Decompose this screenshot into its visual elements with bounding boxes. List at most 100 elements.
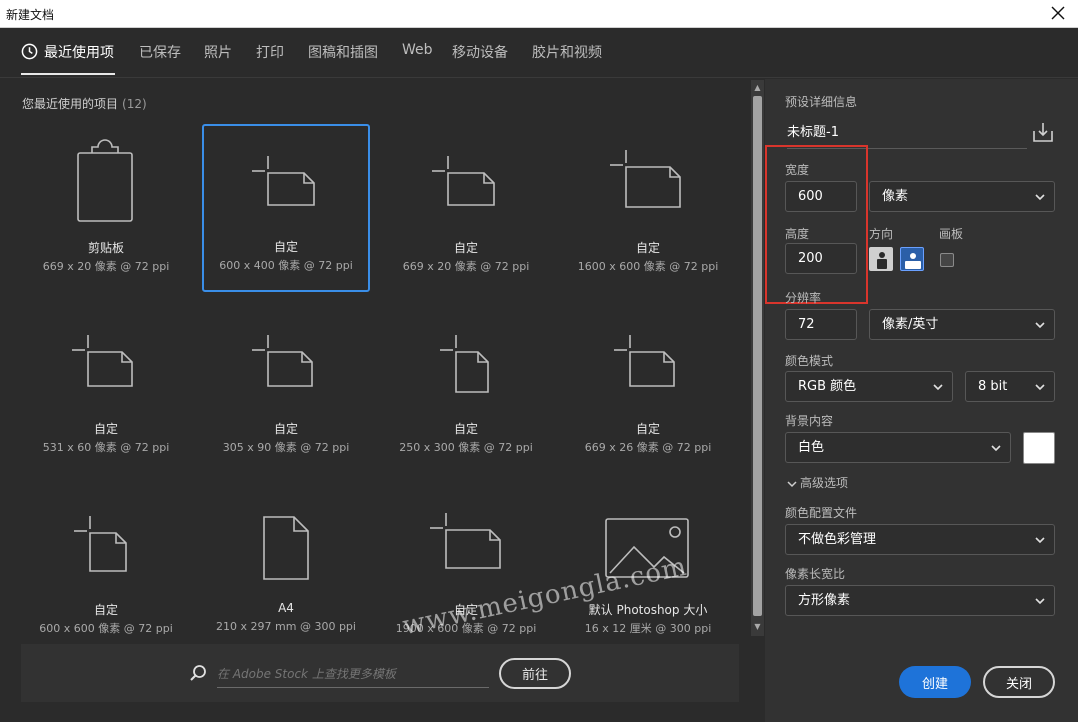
chevron-down-icon [1035,537,1045,544]
tab-film-video[interactable]: 胶片和视频 [532,42,602,62]
width-unit-select[interactable]: 像素 [869,181,1055,212]
height-input[interactable]: 200 [785,243,857,274]
title-bar: 新建文档 [0,0,1078,28]
tab-photo[interactable]: 照片 [204,42,232,62]
preset-size: 16 x 12 厘米 @ 300 ppi [584,622,712,635]
scroll-down-icon[interactable]: ▼ [753,622,762,632]
preset-name: 自定 [453,422,478,436]
clock-icon [21,43,38,60]
preset-name: 剪贴板 [87,241,124,255]
preset-name: 自定 [453,241,478,255]
clipboard-icon [77,139,133,222]
preset-name: 默认 Photoshop 大小 [588,603,708,617]
advanced-options-toggle[interactable]: 高级选项 [787,474,848,491]
pixel-aspect-value: 方形像素 [798,593,851,608]
width-input[interactable]: 600 [785,181,857,212]
preset-size: 600 x 600 像素 @ 72 ppi [39,622,173,635]
width-unit-value: 像素 [882,189,909,204]
color-profile-select[interactable]: 不做色彩管理 [785,524,1055,555]
bit-depth-select[interactable]: 8 bit [965,371,1055,402]
landscape-orientation-button[interactable] [900,247,924,271]
color-mode-select[interactable]: RGB 颜色 [785,371,953,402]
tab-mobile[interactable]: 移动设备 [452,42,508,62]
stock-search-input[interactable] [217,660,489,688]
tab-web[interactable]: Web [402,42,433,58]
close-button[interactable]: 关闭 [983,666,1055,698]
preset-name: 自定 [635,422,660,436]
preset-tile[interactable]: 自定 669 x 26 像素 @ 72 ppi [564,306,732,474]
recent-count: (12) [122,97,147,111]
artboard-label: 画板 [939,227,964,241]
chevron-down-icon [787,480,797,487]
window-title: 新建文档 [6,8,55,22]
preset-size: 531 x 60 像素 @ 72 ppi [42,441,170,454]
custom-doc-icon [610,150,681,208]
landscape-icon [905,253,921,269]
preset-size: 669 x 26 像素 @ 72 ppi [584,441,712,454]
chevron-down-icon [991,445,1001,452]
recent-heading: 您最近使用的项目 (12) [22,95,147,112]
width-label: 宽度 [785,163,810,177]
custom-doc-icon [72,335,133,387]
chevron-down-icon [1035,322,1045,329]
preset-size: 305 x 90 像素 @ 72 ppi [222,441,350,454]
custom-doc-icon [252,335,313,387]
pixel-aspect-select[interactable]: 方形像素 [785,585,1055,616]
preset-tile-selected[interactable]: 自定 600 x 400 像素 @ 72 ppi [202,124,370,292]
tab-recent[interactable]: 最近使用项 [44,42,114,62]
preset-tile[interactable]: 自定 600 x 600 像素 @ 72 ppi [22,487,190,655]
recent-panel: 您最近使用的项目 (12) 剪贴板 669 x 20 像素 @ 72 ppi 自定… [0,79,750,722]
preset-tile[interactable]: A4 210 x 297 mm @ 300 ppi [202,487,370,655]
preset-tile[interactable]: 自定 669 x 20 像素 @ 72 ppi [382,125,550,293]
resolution-input[interactable]: 72 [785,309,857,340]
preset-tile[interactable]: 剪贴板 669 x 20 像素 @ 72 ppi [22,125,190,293]
background-color-swatch[interactable] [1023,432,1055,464]
tab-print[interactable]: 打印 [256,42,284,62]
preset-size: 600 x 400 像素 @ 72 ppi [219,259,353,272]
preset-name: 自定 [273,422,298,436]
preset-size: 210 x 297 mm @ 300 ppi [216,620,356,633]
search-icon [190,665,206,681]
custom-square-icon [74,516,127,572]
artboard-checkbox[interactable] [940,253,954,267]
preset-size: 1600 x 600 像素 @ 72 ppi [577,260,719,273]
color-profile-value: 不做色彩管理 [798,532,877,547]
custom-doc-icon [614,335,675,387]
portrait-orientation-button[interactable] [869,247,893,271]
highlight-box [765,145,868,304]
background-label: 背景内容 [785,414,834,428]
close-icon[interactable] [1048,3,1068,23]
tab-saved[interactable]: 已保存 [139,42,181,62]
color-mode-label: 颜色模式 [785,354,834,368]
pixel-aspect-label: 像素长宽比 [785,567,846,581]
background-select[interactable]: 白色 [785,432,1011,463]
bit-depth-value: 8 bit [978,379,1008,394]
active-tab-indicator [21,73,115,75]
background-value: 白色 [798,440,825,455]
tab-art-illustration[interactable]: 图稿和插图 [308,42,378,62]
preset-name: A4 [278,601,294,615]
scroll-thumb[interactable] [753,96,762,616]
scroll-up-icon[interactable]: ▲ [753,83,762,93]
color-mode-value: RGB 颜色 [798,379,857,394]
save-preset-icon[interactable] [1032,121,1054,143]
stock-search-bar: 前往 [21,644,739,702]
preset-name: 自定 [93,422,118,436]
preset-tile[interactable]: 自定 531 x 60 像素 @ 72 ppi [22,306,190,474]
preset-name: 自定 [635,241,660,255]
color-profile-label: 颜色配置文件 [785,506,858,520]
preset-scrollbar[interactable]: ▲ ▼ [751,80,764,636]
go-button[interactable]: 前往 [499,658,571,689]
preset-tile[interactable]: 自定 1600 x 600 像素 @ 72 ppi [564,125,732,293]
resolution-unit-select[interactable]: 像素/英寸 [869,309,1055,340]
preset-tile[interactable]: 自定 305 x 90 像素 @ 72 ppi [202,306,370,474]
page-icon [263,516,309,580]
preset-size: 250 x 300 像素 @ 72 ppi [399,441,533,454]
preset-size: 669 x 20 像素 @ 72 ppi [402,260,530,273]
height-label: 高度 [785,227,810,241]
create-button[interactable]: 创建 [899,666,971,698]
preset-tile[interactable]: 自定 250 x 300 像素 @ 72 ppi [382,306,550,474]
resolution-unit-value: 像素/英寸 [882,317,939,332]
custom-doc-icon [252,156,315,206]
chevron-down-icon [1035,598,1045,605]
